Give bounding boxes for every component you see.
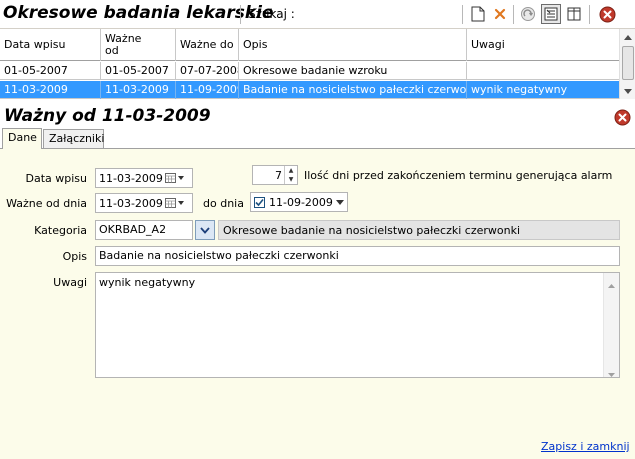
cell-opis: Okresowe badanie wzroku [239, 62, 467, 80]
cell-data-wpisu: 11-03-2009 [0, 81, 101, 99]
columns-button[interactable] [564, 4, 584, 24]
refresh-icon [521, 7, 535, 21]
wazne-od-field[interactable]: 11-03-2009 [95, 193, 193, 213]
uwagi-textarea[interactable]: wynik negatywny [95, 272, 620, 378]
details-view-button[interactable] [541, 4, 561, 24]
toolbar-separator [462, 5, 463, 24]
column-header-data-wpisu[interactable]: Data wpisu [0, 29, 101, 61]
close-detail-button[interactable] [614, 109, 631, 126]
calendar-dropdown-button[interactable] [165, 198, 189, 208]
opis-value: Badanie na nosicielstwo pałeczki czerwon… [99, 249, 339, 262]
cell-wazne-do: 07-07-2008 [176, 62, 239, 80]
arrow-down-icon [608, 373, 615, 377]
alarm-days-value: 7 [275, 168, 282, 182]
kategoria-dropdown-button[interactable] [195, 220, 215, 240]
scroll-up-button[interactable] [620, 29, 635, 45]
detail-panel: Data wpisu 11-03-2009 7 ▲ ▼ Ilość dni pr… [0, 148, 635, 459]
search-input[interactable] [308, 5, 458, 24]
chevron-down-icon[interactable] [336, 199, 344, 205]
cell-data-wpisu: 01-05-2007 [0, 62, 101, 80]
alarm-days-stepper[interactable]: 7 ▲ ▼ [252, 165, 298, 185]
arrow-up-icon [624, 34, 632, 40]
scroll-down-button[interactable] [620, 83, 635, 99]
refresh-button[interactable] [518, 4, 538, 24]
column-header-wazne-od[interactable]: Ważne od [101, 29, 176, 61]
records-grid: Data wpisu Ważne od Ważne do Opis Uwagi … [0, 29, 619, 99]
calendar-dropdown-button[interactable] [165, 173, 189, 183]
toolbar-separator [513, 5, 514, 24]
do-dnia-checkbox[interactable] [254, 196, 265, 208]
table-row-selected[interactable]: 11-03-2009 11-03-2009 11-09-2009 Badanie… [0, 81, 619, 99]
cell-wazne-do: 11-09-2009 [176, 81, 239, 99]
data-wpisu-label: Data wpisu [25, 172, 88, 185]
cell-uwagi [467, 62, 619, 80]
chevron-down-icon [200, 226, 210, 234]
uwagi-scrollbar[interactable] [603, 273, 619, 377]
toolbar-separator [589, 5, 590, 24]
close-icon [599, 6, 615, 22]
kategoria-code-value: OKRBAD_A2 [99, 223, 167, 236]
close-icon [614, 109, 631, 126]
new-document-button[interactable] [468, 4, 488, 24]
column-header-wazne-do[interactable]: Ważne do [176, 29, 239, 61]
app-title: Okresowe badania lekarskie [3, 3, 274, 23]
new-document-icon [471, 6, 485, 22]
detail-title: Ważny od 11-03-2009 [4, 106, 211, 126]
table-row[interactable]: 01-05-2007 01-05-2007 07-07-2008 Okresow… [0, 62, 619, 80]
do-dnia-field[interactable]: 11-09-2009 [250, 192, 348, 212]
do-dnia-label: do dnia [203, 197, 244, 210]
checkmark-icon [255, 198, 264, 206]
data-wpisu-field[interactable]: 11-03-2009 [95, 168, 193, 188]
delete-button[interactable] [490, 4, 510, 24]
uwagi-value: wynik negatywny [99, 276, 196, 289]
stepper-buttons[interactable]: ▲ ▼ [284, 166, 297, 184]
opis-label: Opis [62, 250, 87, 263]
scroll-down-button[interactable] [608, 367, 615, 380]
delete-icon [494, 8, 506, 20]
arrow-down-icon [624, 88, 632, 94]
kategoria-label: Kategoria [34, 224, 87, 237]
search-label: Szukaj : [248, 7, 295, 21]
calendar-icon [165, 198, 184, 208]
opis-input[interactable]: Badanie na nosicielstwo pałeczki czerwon… [95, 246, 620, 266]
kategoria-name-field: Okresowe badanie na nosicielstwo pałeczk… [218, 220, 620, 240]
wazne-od-value: 11-03-2009 [99, 196, 163, 210]
cell-wazne-od: 11-03-2009 [101, 81, 176, 99]
save-and-close-link[interactable]: Zapisz i zamknij [541, 440, 630, 453]
column-header-uwagi[interactable]: Uwagi [467, 29, 619, 61]
do-dnia-value: 11-09-2009 [269, 195, 333, 209]
column-header-opis[interactable]: Opis [239, 29, 467, 61]
arrow-up-icon [608, 284, 615, 288]
columns-icon [567, 7, 581, 21]
cell-wazne-od: 01-05-2007 [101, 62, 176, 80]
title-bar: Okresowe badania lekarskie Szukaj : [0, 0, 635, 29]
wazne-od-label: Ważne od dnia [6, 197, 87, 210]
cell-uwagi: wynik negatywny [471, 83, 568, 96]
data-wpisu-value: 11-03-2009 [99, 171, 163, 185]
grid-header: Data wpisu Ważne od Ważne do Opis Uwagi [0, 29, 619, 61]
kategoria-code-field[interactable]: OKRBAD_A2 [95, 220, 193, 240]
toolbar-separator [240, 5, 241, 24]
calendar-icon [165, 173, 184, 183]
uwagi-label: Uwagi [53, 276, 87, 289]
scroll-thumb[interactable] [622, 46, 634, 80]
grid-scrollbar[interactable] [619, 29, 635, 99]
cell-opis: Badanie na nosicielstwo pałeczki czerwon… [239, 81, 467, 99]
scroll-up-button[interactable] [608, 278, 615, 291]
alarm-days-label: Ilość dni przed zakończeniem terminu gen… [304, 169, 613, 182]
close-window-button[interactable] [597, 4, 617, 24]
column-header-label: Ważne od [105, 32, 142, 57]
tab-dane[interactable]: Dane [2, 128, 42, 149]
tab-zalaczniki[interactable]: Załączniki [43, 129, 104, 148]
details-view-icon [544, 7, 558, 21]
chevron-down-icon[interactable]: ▼ [285, 175, 297, 184]
chevron-up-icon[interactable]: ▲ [285, 166, 297, 175]
